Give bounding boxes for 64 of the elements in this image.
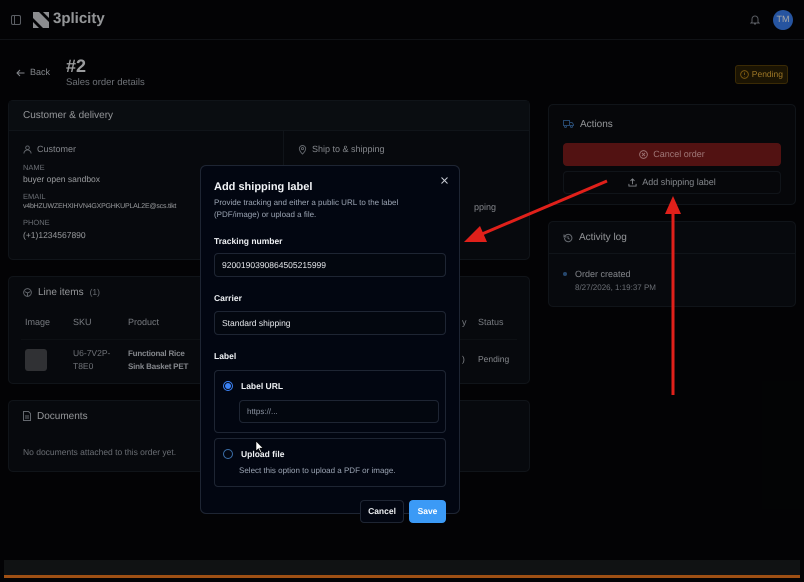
back-link[interactable]: Back: [16, 66, 50, 80]
card-title: Documents: [37, 410, 88, 424]
alert-circle-icon: [740, 70, 749, 79]
brand-name: 3plicity: [53, 9, 105, 30]
back-arrow-icon: [16, 68, 25, 77]
tracking-number-field[interactable]: 9200190390864505215999: [214, 253, 446, 278]
activity-title: Order created: [575, 268, 632, 281]
carrier-field[interactable]: Standard shipping: [214, 311, 446, 335]
close-icon: [440, 176, 448, 184]
column-header: y: [462, 317, 466, 328]
section-heading: Customer: [37, 143, 76, 156]
activity-time: 8/27/2026, 1:19:37 PM: [575, 282, 656, 294]
shipping-text: pping: [474, 202, 496, 212]
dialog-description: Provide tracking and either a public URL to the label (PDF/image) or upload a file.: [214, 196, 400, 220]
option-label: Upload file: [241, 448, 284, 460]
sku-text: U6-7V2P-: [73, 346, 112, 360]
person-icon: [23, 145, 32, 154]
cancel-button[interactable]: Cancel: [360, 500, 404, 524]
product-name: Sink Basket PET: [128, 360, 188, 372]
notifications-icon[interactable]: [750, 14, 760, 25]
empty-message: No documents attached to this order yet.: [23, 447, 176, 457]
status-badge: Pending: [734, 65, 788, 84]
add-shipping-label-button[interactable]: Add shipping label: [563, 171, 781, 194]
sku-text: T8E0: [73, 360, 94, 372]
document-icon: [23, 411, 31, 421]
label-option-card[interactable]: Upload file Select this option to upload a PDF or image.: [214, 438, 446, 488]
field-label: Label: [214, 350, 238, 363]
item-count: (1): [90, 286, 100, 298]
status-text: Pending: [478, 354, 510, 364]
cancel-order-button[interactable]: Cancel order: [563, 143, 781, 166]
section-heading: Ship to & shipping: [312, 143, 385, 156]
card-title: Customer & delivery: [23, 109, 114, 123]
order-number: #2: [66, 56, 88, 76]
radio-button[interactable]: [223, 448, 233, 459]
label-url-field[interactable]: https://...: [239, 400, 439, 422]
close-button[interactable]: [439, 175, 449, 185]
column-header: Status: [478, 317, 504, 328]
logo-icon: [33, 12, 49, 28]
radio-button[interactable]: [223, 381, 233, 392]
field-value: buyer open sandbox: [23, 172, 100, 186]
column-header: Image: [25, 317, 50, 328]
option-description: Select this option to upload a PDF or image.: [239, 465, 397, 478]
map-pin-icon: [298, 144, 307, 155]
field-label: Tracking number: [214, 234, 284, 248]
cancel-circle-icon: [639, 150, 648, 159]
sidebar-toggle-icon[interactable]: [11, 14, 21, 24]
truck-icon: [563, 120, 574, 128]
package-icon: [23, 288, 32, 296]
product-name: Functional Rice: [128, 348, 185, 360]
option-label: Label URL: [241, 380, 284, 392]
page-subtitle: Sales order details: [66, 76, 145, 90]
upload-icon: [628, 178, 638, 187]
column-header: Product: [128, 317, 160, 328]
table-cell: ): [462, 354, 465, 364]
card-title: Actions: [580, 118, 613, 132]
dialog-title: Add shipping label: [214, 180, 314, 195]
label-option-card[interactable]: Label URL https://...: [214, 370, 446, 432]
card-title: Line items: [38, 286, 84, 300]
column-header: SKU: [73, 317, 92, 328]
history-icon: [563, 232, 573, 242]
field-value: (+1)1234567890: [23, 228, 86, 242]
field-label: Carrier: [214, 292, 243, 305]
card-title: Activity log: [579, 231, 627, 245]
product-thumbnail: [25, 348, 47, 370]
